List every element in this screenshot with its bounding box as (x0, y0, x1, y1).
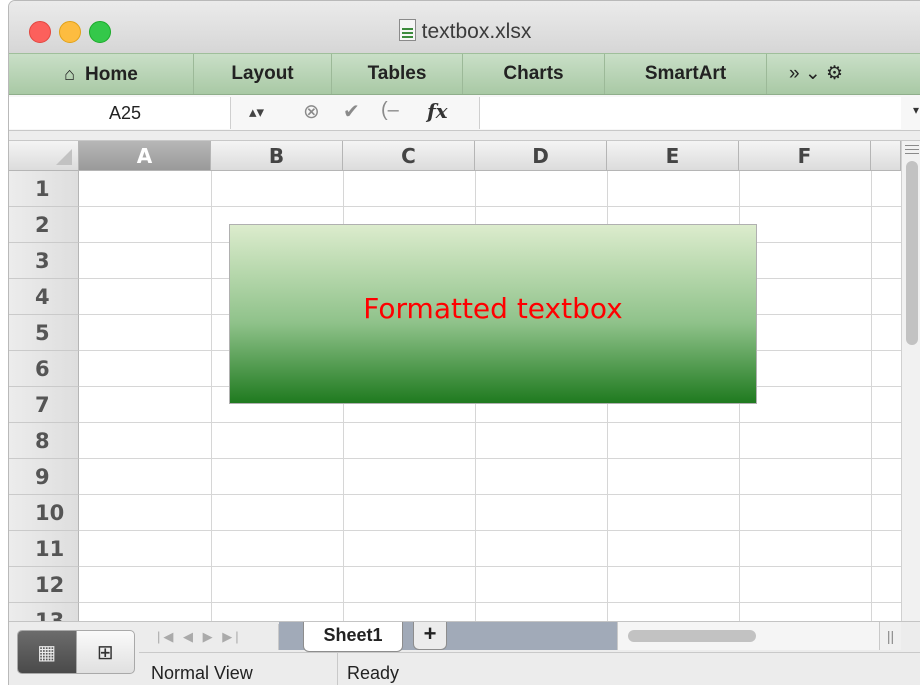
formula-expand-icon[interactable]: ▾ (913, 103, 919, 117)
name-box[interactable]: A25 (9, 97, 231, 129)
excel-window: textbox.xlsx ⌂ Home Layout Tables Charts … (8, 0, 920, 685)
sheet-navigation-arrows[interactable]: |◀ ◀ ▶ ▶| (149, 624, 279, 650)
column-header-d[interactable]: D (475, 141, 607, 171)
confirm-icon[interactable]: ✔ (343, 99, 360, 124)
horizontal-split-icon[interactable]: || (879, 622, 901, 650)
gridline (79, 422, 901, 423)
formatted-textbox[interactable]: Formatted textbox (229, 224, 757, 404)
row-header-12[interactable]: 12 (9, 567, 79, 603)
gridline (79, 566, 901, 567)
formula-bar: A25 ▴▾ ⊗ ✔ (‒ fx ▾ (9, 95, 920, 131)
row-header-8[interactable]: 8 (9, 423, 79, 459)
column-header-e[interactable]: E (607, 141, 739, 171)
ribbon-tabs: ⌂ Home Layout Tables Charts SmartArt » ⌄ … (9, 53, 920, 95)
add-sheet-button[interactable]: + (413, 622, 447, 650)
select-all-corner[interactable] (9, 141, 79, 171)
spreadsheet-file-icon (398, 19, 416, 41)
normal-view-button[interactable]: ▦ (18, 631, 76, 673)
tab-tables[interactable]: Tables (332, 54, 463, 94)
cancel-icon[interactable]: ⊗ (303, 99, 320, 124)
toolbar-gap (9, 131, 920, 141)
sheet-tab-sheet1[interactable]: Sheet1 (303, 622, 403, 652)
row-header-13[interactable]: 13 (9, 603, 79, 621)
window-title: textbox.xlsx (9, 19, 920, 44)
row-header-4[interactable]: 4 (9, 279, 79, 315)
row-header-2[interactable]: 2 (9, 207, 79, 243)
grid-view-icon: ▦ (37, 641, 57, 664)
sheet-grid[interactable]: A B C D E F 1 2 3 4 5 6 7 8 9 10 11 12 1… (9, 141, 901, 621)
column-header-partial[interactable] (871, 141, 901, 171)
insert-function-button[interactable]: fx (427, 99, 448, 123)
row-header-10[interactable]: 10 (9, 495, 79, 531)
column-header-f[interactable]: F (739, 141, 871, 171)
view-toggle: ▦ ⊞ (17, 630, 135, 674)
row-header-3[interactable]: 3 (9, 243, 79, 279)
column-header-c[interactable]: C (343, 141, 475, 171)
row-header-11[interactable]: 11 (9, 531, 79, 567)
name-box-stepper-icon[interactable]: ▴▾ (249, 103, 264, 121)
gridline (79, 494, 901, 495)
status-bar: Normal View Ready (139, 652, 920, 685)
tab-charts[interactable]: Charts (463, 54, 605, 94)
gridline (79, 206, 901, 207)
horizontal-scroll-thumb[interactable] (628, 630, 756, 642)
status-state: Ready (347, 663, 400, 683)
horizontal-scrollbar[interactable] (617, 622, 879, 650)
window-title-text: textbox.xlsx (421, 20, 532, 43)
function-paren-icon[interactable]: (‒ (381, 99, 399, 122)
split-handle-icon[interactable] (905, 145, 919, 155)
row-header-6[interactable]: 6 (9, 351, 79, 387)
row-header-5[interactable]: 5 (9, 315, 79, 351)
page-layout-view-button[interactable]: ⊞ (75, 631, 135, 673)
textbox-text: Formatted textbox (363, 291, 623, 325)
vertical-scrollbar[interactable] (901, 141, 920, 621)
gridline (79, 458, 901, 459)
tab-smartart[interactable]: SmartArt (605, 54, 767, 94)
gridline (79, 602, 901, 603)
title-bar: textbox.xlsx (9, 1, 920, 53)
row-header-9[interactable]: 9 (9, 459, 79, 495)
tab-layout[interactable]: Layout (194, 54, 332, 94)
gridline (871, 171, 872, 621)
column-header-b[interactable]: B (211, 141, 343, 171)
ribbon-overflow-button[interactable]: » ⌄ ⚙ (767, 54, 920, 94)
gridline (79, 530, 901, 531)
formula-input[interactable] (479, 97, 901, 129)
page-layout-icon: ⊞ (96, 641, 114, 664)
row-header-1[interactable]: 1 (9, 171, 79, 207)
status-divider (337, 653, 338, 685)
vertical-scroll-thumb[interactable] (906, 161, 918, 345)
tab-home-label: Home (85, 64, 138, 85)
bottom-bar: ▦ ⊞ |◀ ◀ ▶ ▶| Sheet1 + || Normal View Re… (9, 621, 920, 685)
formula-controls: ▴▾ ⊗ ✔ (‒ fx (231, 97, 479, 129)
status-view-mode: Normal View (151, 663, 253, 683)
gridline (211, 171, 212, 621)
tab-home[interactable]: ⌂ Home (9, 54, 194, 94)
home-icon: ⌂ (64, 64, 76, 84)
row-header-7[interactable]: 7 (9, 387, 79, 423)
column-header-a[interactable]: A (79, 141, 211, 171)
